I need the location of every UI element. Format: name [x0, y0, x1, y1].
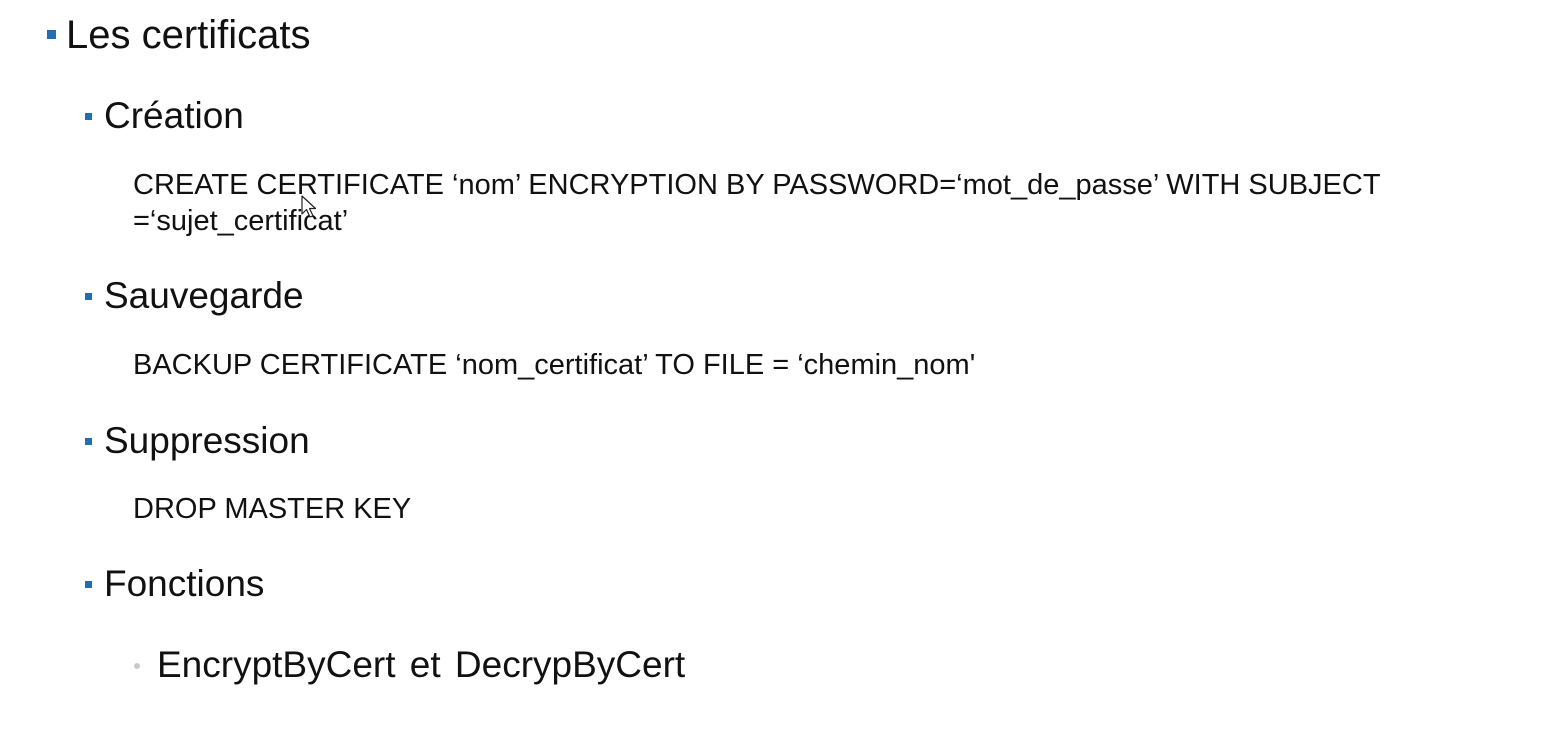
section-bullet-icon	[85, 581, 92, 588]
section-bullet-icon	[85, 293, 92, 300]
section-bullet-icon	[85, 438, 92, 445]
sub-item-functions: EncryptByCert et DecrypByCert	[157, 644, 686, 685]
section-heading-creation: Création	[104, 95, 244, 136]
section-heading-suppression: Suppression	[104, 420, 310, 461]
sub-bullet-icon	[134, 663, 140, 669]
mouse-cursor-icon	[301, 195, 317, 218]
code-line: DROP MASTER KEY	[133, 493, 412, 525]
slide-title: Les certificats	[66, 13, 311, 57]
section-heading-sauvegarde: Sauvegarde	[104, 275, 304, 316]
code-line: BACKUP CERTIFICATE ‘nom_certificat’ TO F…	[133, 349, 976, 381]
slide: Les certificats Création CREATE CERTIFIC…	[0, 0, 1549, 732]
code-line: CREATE CERTIFICATE ‘nom’ ENCRYPTION BY P…	[133, 169, 1381, 201]
section-bullet-icon	[85, 113, 92, 120]
section-heading-fonctions: Fonctions	[104, 563, 265, 604]
title-bullet-icon	[47, 30, 56, 39]
